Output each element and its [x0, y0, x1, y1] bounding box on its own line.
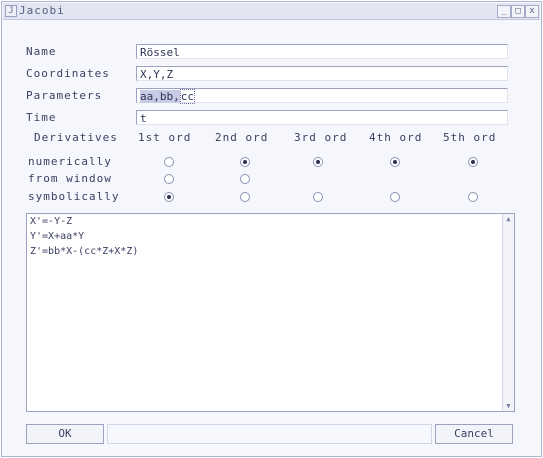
parameters-value-cc: cc — [179, 89, 195, 104]
vertical-scrollbar[interactable]: ▲ ▼ — [502, 214, 514, 411]
radio-symbolically-5[interactable] — [468, 192, 478, 202]
scroll-down-icon[interactable]: ▼ — [503, 401, 514, 411]
button-bar-spacer — [107, 424, 432, 444]
name-field[interactable]: Rössel — [136, 44, 508, 59]
equation-line: X'=-Y-Z — [30, 216, 73, 227]
app-icon: J — [5, 5, 17, 17]
parameters-label: Parameters — [26, 89, 103, 102]
parameters-value-bb: bb — [159, 90, 174, 103]
derivatives-label: Derivatives — [34, 131, 118, 144]
time-value: t — [140, 112, 147, 125]
time-label: Time — [26, 111, 57, 124]
column-3rd-ord: 3rd ord — [294, 131, 348, 144]
radio-numerically-4[interactable] — [390, 157, 400, 167]
radio-symbolically-2[interactable] — [240, 192, 250, 202]
name-label: Name — [26, 45, 57, 58]
minimize-icon: _ — [501, 6, 507, 16]
radio-from-window-1[interactable] — [164, 174, 174, 184]
radio-numerically-3[interactable] — [313, 157, 323, 167]
window-title: Jacobi — [19, 4, 65, 17]
minimize-button[interactable]: _ — [497, 5, 511, 18]
row-symbolically-label: symbolically — [28, 190, 120, 203]
ok-button[interactable]: OK — [26, 424, 104, 444]
coordinates-value: X,Y,Z — [140, 68, 174, 81]
coordinates-field[interactable]: X,Y,Z — [136, 66, 508, 81]
parameters-value-aa: aa — [140, 90, 154, 103]
maximize-button[interactable]: □ — [511, 5, 525, 18]
column-5th-ord: 5th ord — [443, 131, 497, 144]
radio-symbolically-3[interactable] — [313, 192, 323, 202]
name-value: Rössel — [140, 46, 180, 59]
radio-symbolically-1[interactable] — [164, 192, 174, 202]
time-field[interactable]: t — [136, 110, 508, 125]
column-4th-ord: 4th ord — [369, 131, 423, 144]
title-bar[interactable]: J Jacobi _ □ x — [3, 3, 540, 20]
cancel-button[interactable]: Cancel — [435, 424, 513, 444]
parameters-separator-1: , — [153, 90, 160, 103]
coordinates-label: Coordinates — [26, 67, 110, 80]
radio-symbolically-4[interactable] — [390, 192, 400, 202]
row-numerically-label: numerically — [28, 155, 112, 168]
parameters-field[interactable]: aa,bb,cc — [136, 88, 508, 104]
row-from-window-label: from window — [28, 172, 112, 185]
maximize-icon: □ — [515, 6, 521, 16]
column-1st-ord: 1st ord — [138, 131, 192, 144]
scroll-up-icon[interactable]: ▲ — [503, 214, 514, 224]
close-icon: x — [529, 6, 535, 16]
equation-line: Z'=bb*X-(cc*Z+X*Z) — [30, 246, 139, 257]
equations-textarea[interactable]: X'=-Y-Z Y'=X+aa*Y Z'=bb*X-(cc*Z+X*Z) ▲ ▼ — [26, 213, 515, 412]
button-bar: OK Cancel — [26, 424, 513, 444]
radio-numerically-1[interactable] — [164, 157, 174, 167]
radio-from-window-2[interactable] — [240, 174, 250, 184]
radio-numerically-5[interactable] — [468, 157, 478, 167]
parameters-separator-2: , — [173, 90, 180, 103]
radio-numerically-2[interactable] — [240, 157, 250, 167]
equation-line: Y'=X+aa*Y — [30, 231, 85, 242]
close-button[interactable]: x — [525, 5, 539, 18]
column-2nd-ord: 2nd ord — [215, 131, 269, 144]
